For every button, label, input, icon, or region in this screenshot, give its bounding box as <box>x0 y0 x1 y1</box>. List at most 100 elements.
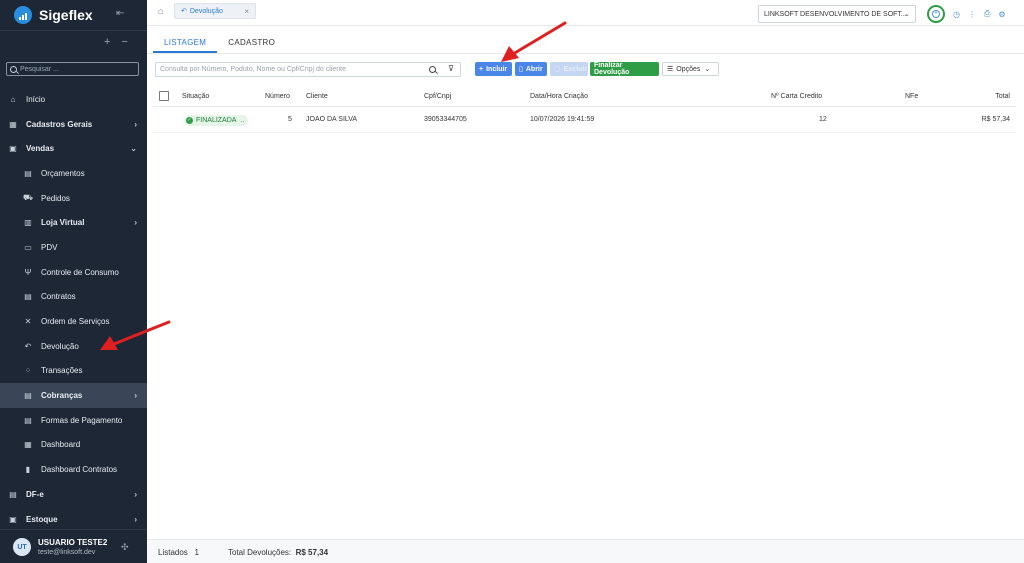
printer-icon[interactable]: ⎙ <box>984 9 990 19</box>
pin-icon[interactable]: ✣ <box>121 542 129 553</box>
more-vertical-icon[interactable]: ⋮ <box>968 10 976 19</box>
tools-icon: ✕ <box>24 317 32 327</box>
company-select[interactable]: LINKSOFT DESENVOLVIMENTO DE SOFT... ⌄ <box>758 5 916 23</box>
cell-cliente: JOAO DA SILVA <box>306 116 358 123</box>
sidebar-item-inicio[interactable]: ⌂ Início <box>0 87 147 112</box>
home-icon: ⌂ <box>10 94 16 104</box>
user-profile[interactable]: UT USUARIO TESTE2 teste@linksoft.dev ✣ <box>0 529 147 563</box>
opcoes-button[interactable]: ☰ Opções ⌄ <box>662 62 719 76</box>
cell-numero: 5 <box>288 116 292 123</box>
search-icon <box>10 65 17 73</box>
tab-cadastro[interactable]: CADASTRO <box>217 33 286 53</box>
incluir-label: Incluir <box>486 65 508 73</box>
return-icon: ↶ <box>181 8 187 15</box>
user-email: teste@linksoft.dev <box>38 549 96 556</box>
header-cpf[interactable]: Cpf/Cnpj <box>424 86 451 107</box>
company-select-value: LINKSOFT DESENVOLVIMENTO DE SOFT... <box>764 10 907 18</box>
collapse-all-icon[interactable]: − <box>121 36 127 48</box>
payment-icon: ▤ <box>24 415 32 425</box>
add-circle-button[interactable]: + <box>927 5 945 23</box>
select-all-checkbox[interactable] <box>159 91 169 101</box>
list-search-placeholder: Consulta por Número, Poduto, Nome ou Cpf… <box>160 66 348 73</box>
sidebar-item-vendas[interactable]: ▣ Vendas ⌄ <box>0 136 147 161</box>
total-devolucoes: Total Devoluções: R$ 57,34 <box>228 548 329 557</box>
finalizar-label: Finalizar Devolução <box>594 62 630 76</box>
tab-listagem[interactable]: LISTAGEM <box>153 33 218 53</box>
cell-total: R$ 57,34 <box>981 116 1010 123</box>
sidebar-item-controle-de-consumo[interactable]: Ψ Controle de Consumo <box>0 260 147 285</box>
close-icon[interactable]: × <box>244 7 249 16</box>
header-carta-credito[interactable]: Nº Carta Credito <box>771 86 822 107</box>
sidebar-item-contratos[interactable]: ▤ Contratos <box>0 285 147 310</box>
clock-icon[interactable]: ◷ <box>953 10 960 19</box>
sidebar-item-pdv[interactable]: ▭ PDV <box>0 235 147 260</box>
document-icon: ▤ <box>24 292 32 302</box>
sidebar-item-dashboard-contratos[interactable]: ▮ Dashboard Contratos <box>0 457 147 482</box>
sidebar-item-estoque[interactable]: ▣ Estoque › <box>0 507 147 532</box>
expand-all-icon[interactable]: + <box>104 36 110 48</box>
home-icon[interactable]: ⌂ <box>158 6 163 16</box>
devolucoes-table: Situação Número Cliente Cpf/Cnpj Data/Ho… <box>153 86 1016 133</box>
search-icon[interactable] <box>429 66 436 73</box>
header-total[interactable]: Total <box>995 86 1010 107</box>
sidebar-item-loja-virtual[interactable]: ▥ Loja Virtual › <box>0 210 147 235</box>
sidebar-item-dfe[interactable]: ▤ DF-e › <box>0 482 147 507</box>
abrir-label: Abrir <box>525 65 543 73</box>
sigeflex-logo-icon <box>14 6 32 24</box>
header-situacao[interactable]: Situação <box>182 86 209 107</box>
plus-icon: + <box>479 65 484 73</box>
sidebar-search-input[interactable]: Pesquisar ... <box>6 62 139 76</box>
bar-chart-icon: ▮ <box>25 465 31 475</box>
chevron-right-icon: › <box>134 514 137 524</box>
sidebar-item-label: DF-e <box>26 489 44 499</box>
cell-carta-credito: 12 <box>819 116 827 123</box>
header-data[interactable]: Data/Hora Criação <box>530 86 588 107</box>
return-icon: ↶ <box>24 341 32 351</box>
cutlery-icon: Ψ <box>24 267 32 277</box>
chevron-down-icon: ⌄ <box>130 144 137 154</box>
sidebar-item-pedidos[interactable]: ⛟ Pedidos <box>0 186 147 211</box>
sidebar-item-cadastros-gerais[interactable]: ▦ Cadastros Gerais › <box>0 112 147 137</box>
header-cliente[interactable]: Cliente <box>306 86 328 107</box>
header-numero[interactable]: Número <box>265 86 290 107</box>
annotation-arrow-incluir <box>501 21 567 62</box>
chevron-right-icon: › <box>134 119 137 129</box>
gear-icon[interactable]: ⚙ <box>998 10 1005 19</box>
chevron-right-icon: › <box>134 489 137 499</box>
sidebar-item-label: Contratos <box>41 292 76 302</box>
sidebar-item-label: Dashboard Contratos <box>41 465 118 475</box>
chevron-right-icon: › <box>134 218 137 228</box>
excluir-label: Excluir <box>563 65 587 73</box>
sidebar-item-cobrancas[interactable]: ▤ Cobranças › <box>0 383 147 408</box>
dfe-icon: ▤ <box>9 489 17 499</box>
sidebar-item-label: Transações <box>41 366 83 376</box>
sidebar-item-formas-de-pagamento[interactable]: ▤ Formas de Pagamento <box>0 408 147 433</box>
finalizar-devolucao-button[interactable]: Finalizar Devolução <box>590 62 659 76</box>
opcoes-label: Opções <box>676 65 701 73</box>
chevron-down-icon: ⌄ <box>704 66 711 73</box>
collapse-sidebar-icon[interactable]: ⇤ <box>116 8 124 19</box>
sidebar-item-label: PDV <box>41 242 58 252</box>
cell-data: 10/07/2026 19:41:59 <box>530 116 595 123</box>
sidebar-item-orcamentos[interactable]: ▤ Orçamentos <box>0 161 147 186</box>
sidebar-item-transacoes[interactable]: ⁘ Transações <box>0 359 147 384</box>
header-nfe[interactable]: NFe <box>905 86 918 107</box>
brand-name: Sigeflex <box>39 7 93 23</box>
sidebar-item-label: Cadastros Gerais <box>26 119 93 129</box>
table-row[interactable]: ✓ FINALIZADA .. 5 JOAO DA SILVA 39053344… <box>153 107 1016 133</box>
transactions-icon: ⁘ <box>24 366 32 376</box>
brand[interactable]: Sigeflex <box>14 6 93 24</box>
sidebar-item-label: Dashboard <box>41 440 81 450</box>
list-search-input[interactable]: Consulta por Número, Poduto, Nome ou Cpf… <box>155 62 461 77</box>
filter-icon[interactable]: ⊽ <box>448 64 454 73</box>
document-icon: ▯ <box>519 66 523 73</box>
tab-devolucao[interactable]: ↶ Devolução × <box>174 3 256 19</box>
expand-collapse-controls: + − <box>104 36 128 48</box>
status-badge: ✓ FINALIZADA .. <box>184 107 249 133</box>
sidebar-item-dashboard[interactable]: ▦ Dashboard <box>0 433 147 458</box>
trash-icon: ▢ <box>554 66 561 73</box>
sidebar-item-label: Formas de Pagamento <box>41 415 123 425</box>
sidebar-item-label: Estoque <box>26 514 58 524</box>
listados-count: Listados 1 <box>158 548 199 557</box>
monitor-icon: ▭ <box>24 242 32 252</box>
